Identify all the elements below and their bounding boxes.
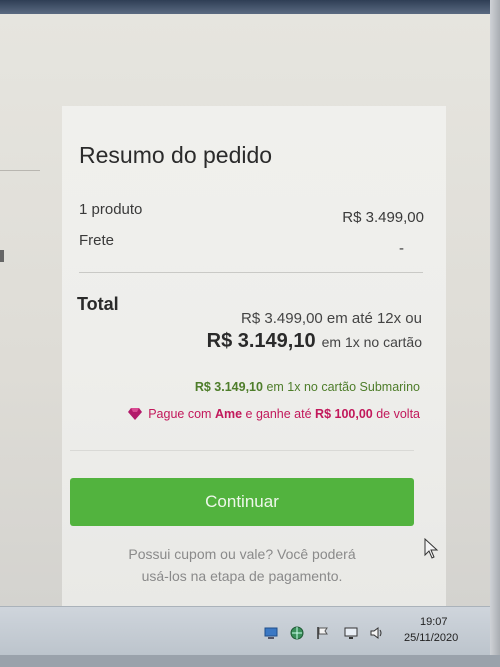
monitor-bezel-top	[0, 0, 500, 14]
product-count-label: 1 produto	[79, 201, 143, 218]
total-label: Total	[77, 294, 119, 314]
shipping-label: Frete	[79, 232, 115, 249]
left-panel-divider	[0, 170, 40, 171]
cash-price-line: R$ 3.149,10 em 1x no cartão	[207, 330, 422, 353]
product-price: R$ 3.499,00	[342, 209, 424, 226]
monitor-bezel-right	[490, 0, 500, 667]
submarino-text: em 1x no cartão Submarino	[266, 380, 420, 394]
submarino-card-offer: R$ 3.149,10 em 1x no cartão Submarino	[195, 380, 420, 394]
ame-cashback-value: R$ 100,00	[315, 407, 373, 421]
submarino-price: R$ 3.149,10	[194, 380, 263, 394]
ame-suffix: de volta	[376, 407, 420, 421]
left-panel-marker	[0, 250, 4, 262]
ame-brand: Ame	[214, 407, 243, 421]
display-icon[interactable]	[344, 626, 358, 640]
ame-prefix: Pague com	[148, 407, 212, 421]
ame-gem-icon	[128, 408, 143, 420]
coupon-notice-line-2: usá-los na etapa de pagamento.	[141, 568, 343, 584]
browser-icon[interactable]	[290, 626, 304, 640]
cash-price-text: em 1x no cartão	[321, 334, 422, 350]
cash-price: R$ 3.149,10	[206, 330, 316, 352]
monitor-bezel-bottom	[0, 655, 500, 667]
ame-middle: e ganhe até	[245, 407, 312, 421]
clock-date[interactable]: 25/11/2020	[404, 632, 458, 644]
clock-time[interactable]: 19:07	[420, 616, 448, 628]
network-icon[interactable]	[264, 626, 278, 640]
coupon-notice-line-1: Possui cupom ou vale? Você poderá	[128, 546, 356, 562]
order-summary-title: Resumo do pedido	[79, 142, 273, 168]
offers-divider	[70, 450, 414, 451]
order-summary-card: Resumo do pedido 1 produto R$ 3.499,00 F…	[62, 106, 446, 606]
ame-cashback-offer: Pague com Ame e ganhe até R$ 100,00 de v…	[128, 407, 420, 421]
flag-icon[interactable]	[316, 626, 330, 640]
windows-taskbar: 19:07 25/11/2020	[0, 606, 490, 656]
volume-icon[interactable]	[370, 626, 384, 640]
coupon-notice: Possui cupom ou vale? Você poderá usá-lo…	[92, 543, 392, 587]
summary-divider	[79, 272, 423, 273]
mouse-pointer-icon	[424, 538, 439, 559]
shipping-value: -	[399, 240, 404, 257]
continue-button[interactable]: Continuar	[70, 478, 414, 526]
installments-price: R$ 3.499,00 em até 12x ou	[241, 310, 422, 327]
